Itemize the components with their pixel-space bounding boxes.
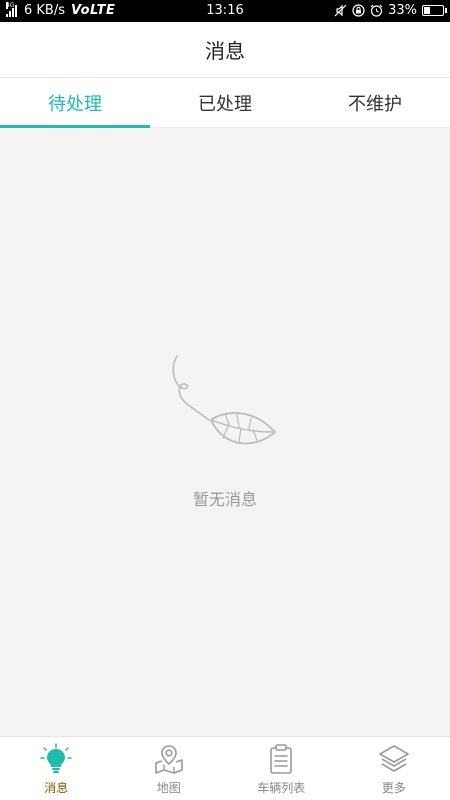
app-header: 消息	[0, 22, 450, 78]
tab-no-maintenance[interactable]: 不维护	[300, 78, 450, 127]
leaf-icon	[172, 355, 276, 445]
nav-label-map: 地图	[156, 781, 181, 795]
message-list-area: 暂无消息	[0, 129, 450, 736]
layers-icon	[378, 745, 409, 772]
tab-processed[interactable]: 已处理	[150, 78, 300, 127]
rotation-lock-icon	[352, 4, 365, 17]
alarm-icon	[370, 4, 383, 17]
tab-pending[interactable]: 待处理	[0, 78, 150, 128]
tab-bar: 待处理 已处理 不维护	[0, 78, 450, 128]
status-right: 33%	[334, 3, 447, 18]
mute-icon	[334, 4, 347, 17]
lightbulb-icon	[40, 743, 72, 773]
nav-item-more[interactable]: 更多	[338, 737, 450, 800]
battery-icon	[422, 5, 447, 16]
nav-label-messages: 消息	[44, 781, 69, 795]
nav-item-vehicle-list[interactable]: 车辆列表	[225, 737, 338, 800]
page-title: 消息	[205, 39, 245, 63]
nav-item-messages[interactable]: 消息	[0, 737, 113, 800]
bottom-nav: 消息 地图 车辆列表 更多	[0, 736, 450, 800]
nav-label-more: 更多	[381, 781, 406, 795]
status-bar: 4G 6 KB/s VoLTE 13:16 33%	[0, 0, 450, 22]
clipboard-list-icon	[270, 744, 293, 774]
empty-state-text: 暂无消息	[192, 490, 257, 509]
nav-label-vehicle-list: 车辆列表	[257, 781, 306, 795]
battery-percent: 33%	[388, 3, 417, 18]
map-pin-icon	[154, 745, 183, 774]
nav-item-map[interactable]: 地图	[113, 737, 226, 800]
